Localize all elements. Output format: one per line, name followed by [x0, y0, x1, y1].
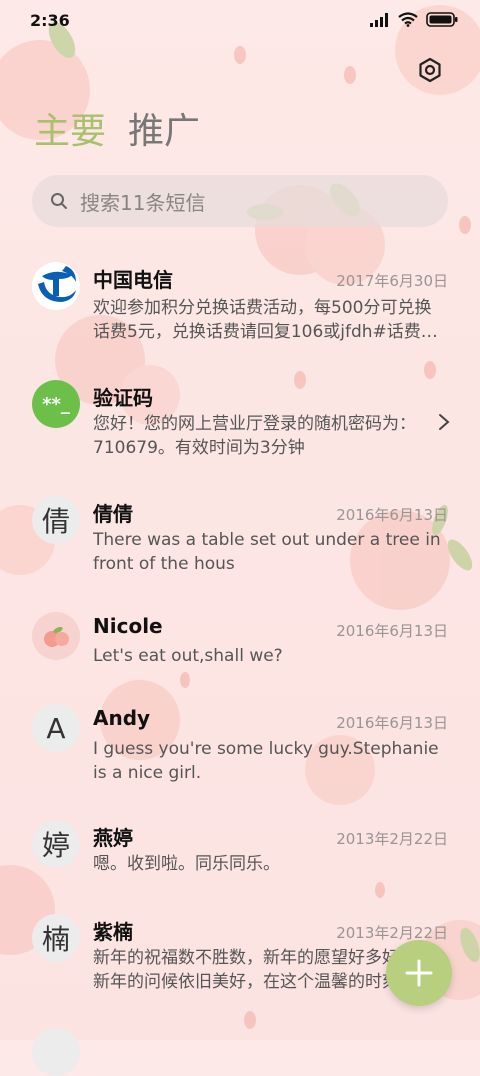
message-preview: 嗯。收到啦。同乐同乐。	[93, 854, 280, 874]
avatar-text: **_	[42, 393, 70, 415]
peach-avatar-icon	[44, 626, 69, 647]
avatar: A	[32, 704, 80, 752]
avatar: 婷	[32, 820, 80, 868]
message-date: 2016年6月13日	[336, 622, 448, 640]
avatar: 倩	[32, 496, 80, 544]
plus-icon	[405, 959, 433, 987]
tab-promotions[interactable]: 推广	[128, 108, 200, 156]
avatar-text: 倩	[41, 505, 70, 538]
message-preview: I guess you're some lucky guy.Stephanie …	[93, 739, 439, 783]
conversation-item[interactable]: **_ 验证码 您好！您的网上营业厅登录的随机密码为：710679。有效时间为3…	[0, 376, 480, 466]
conversation-item[interactable]: 中国电信 2017年6月30日 欢迎参加积分兑换话费活动，每500分可兑换话费5…	[0, 258, 480, 348]
contact-name: Nicole	[93, 614, 163, 638]
message-preview: Let's eat out,shall we?	[93, 646, 283, 666]
conversation-item[interactable]: Nicole 2016年6月13日 Let's eat out,shall we…	[0, 608, 480, 678]
search-placeholder: 搜索11条短信	[80, 190, 206, 215]
avatar	[32, 612, 80, 660]
avatar-text: 婷	[41, 829, 70, 862]
search-bar[interactable]: 搜索11条短信	[32, 175, 448, 227]
message-date: 2013年2月22日	[336, 924, 448, 942]
search-icon	[51, 193, 67, 209]
contact-name: 紫楠	[93, 920, 133, 944]
message-date: 2017年6月30日	[336, 272, 448, 290]
avatar: 楠	[32, 914, 80, 962]
china-telecom-logo-icon	[32, 262, 80, 310]
battery-icon	[426, 12, 458, 27]
avatar-text: A	[46, 711, 66, 745]
avatar	[32, 262, 80, 310]
clock: 2:36	[30, 11, 70, 30]
tab-bar: 主要 推广	[34, 108, 200, 156]
message-date: 2016年6月13日	[336, 714, 448, 732]
contact-name: 倩倩	[93, 502, 133, 526]
message-preview: 您好！您的网上营业厅登录的随机密码为：710679。有效时间为3分钟	[93, 414, 416, 458]
message-preview: 欢迎参加积分兑换话费活动，每500分可兑换话费5元，兑换话费请回复106或jfd…	[93, 298, 438, 342]
wifi-icon	[398, 12, 418, 27]
avatar: **_	[32, 380, 80, 428]
message-date: 2016年6月13日	[336, 506, 448, 524]
message-date: 2013年2月22日	[336, 830, 448, 848]
conversation-item[interactable]: A Andy 2016年6月13日 I guess you're some lu…	[0, 702, 480, 792]
avatar-text: 楠	[41, 923, 70, 956]
contact-name: 燕婷	[93, 826, 133, 850]
contact-name: Andy	[93, 706, 151, 730]
message-preview: There was a table set out under a tree i…	[93, 530, 441, 574]
signal-icon	[370, 12, 388, 27]
conversation-item[interactable]: 倩 倩倩 2016年6月13日 There was a table set ou…	[0, 492, 480, 582]
settings-icon[interactable]	[416, 56, 444, 84]
tab-primary[interactable]: 主要	[34, 108, 106, 156]
new-message-button[interactable]	[386, 940, 452, 1006]
conversation-item[interactable]: 婷 燕婷 2013年2月22日 嗯。收到啦。同乐同乐。	[0, 818, 480, 888]
avatar	[32, 1028, 80, 1076]
contact-name: 中国电信	[93, 268, 173, 292]
contact-name: 验证码	[93, 386, 153, 410]
chevron-right-icon[interactable]	[437, 412, 451, 432]
status-bar: 2:36	[0, 0, 480, 42]
